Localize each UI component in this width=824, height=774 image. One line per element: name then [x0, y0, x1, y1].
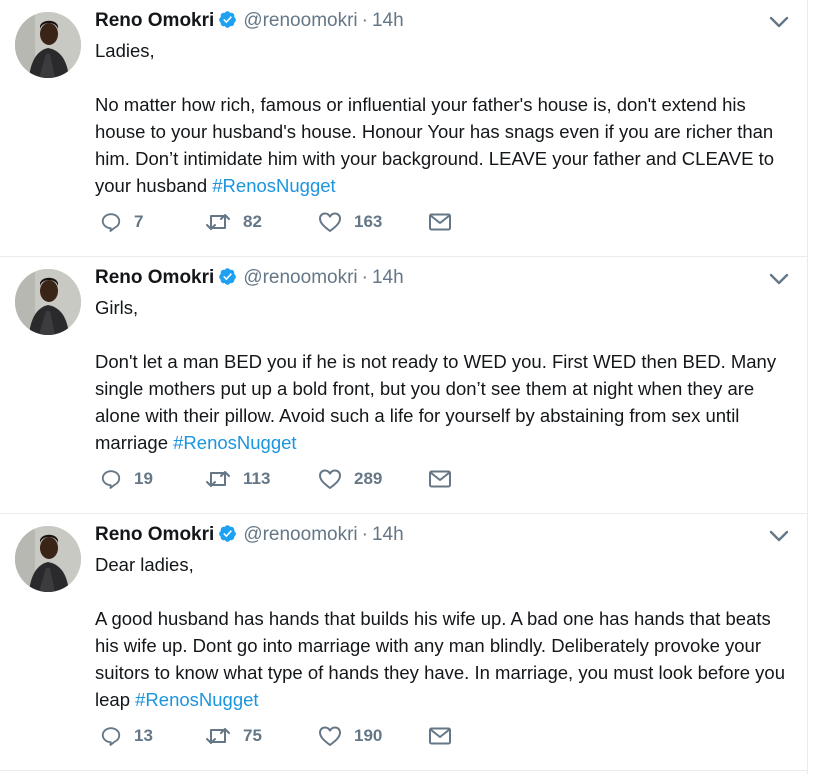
author-name[interactable]: Reno Omokri [95, 10, 214, 31]
tweet-actions: 13 75 190 [95, 721, 495, 751]
avatar-image [15, 269, 81, 335]
verified-badge-icon [218, 524, 237, 550]
author-handle[interactable]: @renoomokri [243, 267, 357, 288]
retweet-count: 113 [243, 469, 271, 488]
direct-message-button[interactable] [428, 207, 452, 237]
timeline: Reno Omokri @renoomokri · 14h Ladies, No ma… [0, 0, 824, 774]
tweet-timestamp[interactable]: 14h [372, 10, 404, 31]
hashtag-link[interactable]: #RenosNugget [212, 175, 335, 196]
separator-dot: · [361, 524, 368, 545]
retweet-button[interactable]: 75 [205, 721, 262, 751]
tweet-timestamp[interactable]: 14h [372, 524, 404, 545]
retweet-button[interactable]: 82 [205, 207, 262, 237]
tweet-text: Dear ladies, A good husband has hands th… [95, 551, 795, 713]
envelope-icon [429, 213, 451, 231]
tweet-salutation: Girls, [95, 297, 139, 318]
direct-message-button[interactable] [428, 721, 452, 751]
avatar-image [15, 12, 81, 78]
retweet-icon [206, 728, 230, 744]
retweet-icon [206, 471, 230, 487]
retweet-icon [206, 214, 230, 230]
heart-icon [319, 469, 341, 489]
tweet-body: Don't let a man BED you if he is not rea… [95, 348, 795, 456]
tweet[interactable]: Reno Omokri @renoomokri · 14h Dear ladies, … [0, 514, 808, 771]
reply-icon [101, 727, 121, 746]
tweet-body: No matter how rich, famous or influentia… [95, 91, 795, 199]
tweet-actions: 19 113 289 [95, 464, 495, 494]
retweet-button[interactable]: 113 [205, 464, 270, 494]
tweet-header: Reno Omokri @renoomokri · 14h [95, 9, 404, 33]
tweet-body: A good husband has hands that builds his… [95, 605, 795, 713]
tweet-salutation: Dear ladies, [95, 554, 194, 575]
chevron-down-icon[interactable] [768, 14, 790, 30]
chevron-down-icon[interactable] [768, 271, 790, 287]
verified-badge-icon [218, 10, 237, 36]
avatar[interactable] [15, 269, 81, 335]
author-name[interactable]: Reno Omokri [95, 267, 214, 288]
author-name[interactable]: Reno Omokri [95, 524, 214, 545]
tweet-text: Girls, Don't let a man BED you if he is … [95, 294, 795, 456]
tweet[interactable]: Reno Omokri @renoomokri · 14h Girls, Don't … [0, 257, 808, 514]
reply-count: 19 [134, 469, 153, 488]
avatar-image [15, 526, 81, 592]
avatar[interactable] [15, 12, 81, 78]
like-count: 163 [354, 212, 383, 231]
reply-button[interactable]: 7 [100, 207, 143, 237]
retweet-count: 75 [243, 726, 262, 745]
like-button[interactable]: 163 [318, 207, 382, 237]
heart-icon [319, 726, 341, 746]
envelope-icon [429, 727, 451, 745]
like-button[interactable]: 190 [318, 721, 382, 751]
tweet-salutation: Ladies, [95, 40, 155, 61]
tweet-text: Ladies, No matter how rich, famous or in… [95, 37, 795, 199]
reply-button[interactable]: 13 [100, 721, 153, 751]
envelope-icon [429, 470, 451, 488]
hashtag-link[interactable]: #RenosNugget [135, 689, 258, 710]
direct-message-button[interactable] [428, 464, 452, 494]
verified-badge-icon [218, 267, 237, 293]
separator-dot: · [361, 267, 368, 288]
hashtag-link[interactable]: #RenosNugget [173, 432, 296, 453]
like-count: 190 [354, 726, 383, 745]
tweet[interactable]: Reno Omokri @renoomokri · 14h Ladies, No ma… [0, 0, 808, 257]
reply-icon [101, 213, 121, 232]
tweet-timestamp[interactable]: 14h [372, 267, 404, 288]
author-handle[interactable]: @renoomokri [243, 524, 357, 545]
heart-icon [319, 212, 341, 232]
like-count: 289 [354, 469, 383, 488]
reply-count: 13 [134, 726, 153, 745]
avatar[interactable] [15, 526, 81, 592]
separator-dot: · [361, 10, 368, 31]
retweet-count: 82 [243, 212, 262, 231]
tweet-header: Reno Omokri @renoomokri · 14h [95, 523, 404, 547]
tweet-feed: Reno Omokri @renoomokri · 14h Ladies, No ma… [0, 0, 808, 771]
author-handle[interactable]: @renoomokri [243, 10, 357, 31]
tweet-actions: 7 82 163 [95, 207, 495, 237]
reply-button[interactable]: 19 [100, 464, 153, 494]
tweet-body-text: No matter how rich, famous or influentia… [95, 94, 775, 196]
tweet-header: Reno Omokri @renoomokri · 14h [95, 266, 404, 290]
chevron-down-icon[interactable] [768, 528, 790, 544]
like-button[interactable]: 289 [318, 464, 382, 494]
reply-icon [101, 470, 121, 489]
scrollbar[interactable] [807, 0, 824, 774]
reply-count: 7 [134, 212, 144, 231]
